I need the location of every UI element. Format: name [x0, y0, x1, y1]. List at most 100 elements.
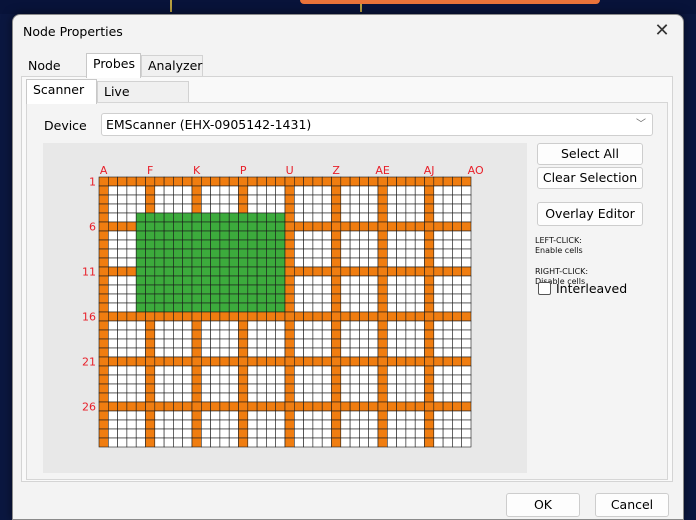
grid-cell[interactable]	[303, 185, 314, 196]
grid-cell[interactable]	[266, 410, 276, 421]
grid-cell[interactable]	[191, 383, 202, 394]
grid-cell[interactable]	[238, 284, 249, 295]
grid-cell[interactable]	[340, 437, 351, 448]
grid-cell[interactable]	[163, 437, 174, 448]
grid-cell[interactable]	[98, 284, 109, 295]
grid-cell[interactable]	[135, 284, 146, 295]
grid-cell[interactable]	[303, 437, 314, 448]
grid-cell[interactable]	[275, 383, 286, 394]
grid-cell[interactable]	[424, 392, 435, 403]
grid-cell[interactable]	[424, 374, 435, 385]
grid-cell[interactable]	[312, 176, 323, 187]
grid-cell[interactable]	[461, 428, 472, 439]
grid-cell[interactable]	[238, 329, 249, 340]
grid-cell[interactable]	[405, 230, 416, 241]
grid-cell[interactable]	[414, 266, 425, 277]
grid-cell[interactable]	[135, 266, 146, 277]
grid-cell[interactable]	[331, 419, 342, 430]
grid-cell[interactable]	[433, 203, 444, 214]
grid-cell[interactable]	[108, 320, 118, 331]
grid-cell[interactable]	[377, 410, 388, 421]
grid-cell[interactable]	[98, 185, 109, 196]
grid-cell[interactable]	[331, 347, 342, 358]
grid-cell[interactable]	[210, 428, 221, 439]
grid-cell[interactable]	[340, 320, 351, 331]
grid-cell[interactable]	[228, 410, 239, 421]
grid-cell[interactable]	[108, 248, 118, 259]
grid-cell[interactable]	[163, 221, 174, 232]
grid-cell[interactable]	[163, 185, 174, 196]
grid-cell[interactable]	[442, 239, 453, 250]
grid-cell[interactable]	[135, 302, 146, 313]
grid-cell[interactable]	[228, 356, 239, 367]
grid-cell[interactable]	[266, 374, 276, 385]
grid-cell[interactable]	[266, 401, 276, 412]
grid-cell[interactable]	[135, 383, 146, 394]
grid-cell[interactable]	[117, 248, 128, 259]
grid-cell[interactable]	[182, 338, 193, 349]
grid-cell[interactable]	[284, 383, 295, 394]
grid-cell[interactable]	[201, 257, 211, 268]
grid-cell[interactable]	[433, 329, 444, 340]
grid-cell[interactable]	[154, 320, 165, 331]
grid-cell[interactable]	[340, 221, 351, 232]
grid-cell[interactable]	[340, 383, 351, 394]
grid-cell[interactable]	[452, 356, 462, 367]
grid-cell[interactable]	[359, 221, 369, 232]
grid-cell[interactable]	[396, 194, 407, 205]
grid-cell[interactable]	[219, 176, 230, 187]
grid-cell[interactable]	[266, 311, 276, 322]
grid-cell[interactable]	[173, 410, 183, 421]
grid-cell[interactable]	[294, 392, 304, 403]
grid-cell[interactable]	[359, 239, 369, 250]
grid-cell[interactable]	[368, 320, 379, 331]
grid-cell[interactable]	[108, 275, 118, 286]
grid-cell[interactable]	[256, 383, 267, 394]
grid-cell[interactable]	[414, 284, 425, 295]
grid-cell[interactable]	[201, 284, 211, 295]
grid-cell[interactable]	[359, 212, 369, 223]
grid-cell[interactable]	[377, 275, 388, 286]
grid-cell[interactable]	[145, 185, 156, 196]
grid-cell[interactable]	[163, 302, 174, 313]
grid-cell[interactable]	[368, 176, 379, 187]
grid-cell[interactable]	[219, 419, 230, 430]
grid-cell[interactable]	[461, 302, 472, 313]
grid-cell[interactable]	[461, 275, 472, 286]
grid-cell[interactable]	[247, 374, 258, 385]
grid-cell[interactable]	[461, 185, 472, 196]
grid-cell[interactable]	[405, 392, 416, 403]
grid-cell[interactable]	[173, 329, 183, 340]
grid-cell[interactable]	[108, 293, 118, 304]
grid-cell[interactable]	[424, 257, 435, 268]
grid-cell[interactable]	[405, 203, 416, 214]
grid-cell[interactable]	[405, 428, 416, 439]
grid-cell[interactable]	[284, 257, 295, 268]
grid-cell[interactable]	[284, 428, 295, 439]
grid-cell[interactable]	[442, 293, 453, 304]
grid-cell[interactable]	[117, 257, 128, 268]
grid-cell[interactable]	[452, 401, 462, 412]
grid-cell[interactable]	[145, 311, 156, 322]
grid-cell[interactable]	[275, 428, 286, 439]
grid-cell[interactable]	[135, 419, 146, 430]
grid-cell[interactable]	[108, 176, 118, 187]
grid-cell[interactable]	[359, 365, 369, 376]
grid-cell[interactable]	[135, 248, 146, 259]
grid-cell[interactable]	[163, 374, 174, 385]
grid-cell[interactable]	[163, 194, 174, 205]
grid-cell[interactable]	[349, 266, 360, 277]
grid-cell[interactable]	[238, 419, 249, 430]
grid-cell[interactable]	[266, 284, 276, 295]
grid-cell[interactable]	[219, 203, 230, 214]
grid-cell[interactable]	[405, 311, 416, 322]
grid-cell[interactable]	[163, 356, 174, 367]
grid-cell[interactable]	[163, 293, 174, 304]
grid-cell[interactable]	[173, 221, 183, 232]
grid-cell[interactable]	[238, 293, 249, 304]
grid-cell[interactable]	[349, 338, 360, 349]
grid-cell[interactable]	[312, 329, 323, 340]
grid-cell[interactable]	[191, 248, 202, 259]
grid-cell[interactable]	[126, 437, 137, 448]
grid-cell[interactable]	[377, 302, 388, 313]
